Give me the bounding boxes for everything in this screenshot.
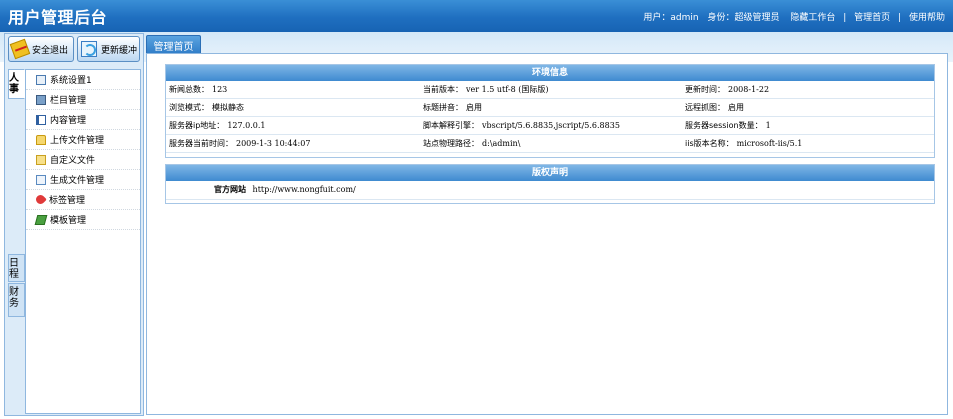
sidebar-item-columns[interactable]: 栏目管理 — [26, 90, 140, 110]
hide-workbench-link[interactable]: 隐藏工作台 — [790, 13, 835, 23]
env-cell: 服务器当前时间： 2009-1-3 10:44:07 — [166, 135, 420, 153]
sidebar-item-generate-files[interactable]: 生成文件管理 — [26, 170, 140, 190]
folder-icon — [36, 154, 46, 165]
user-name: admin — [670, 13, 699, 23]
help-link[interactable]: 使用帮助 — [909, 13, 945, 23]
copyright-panel: 版权声明 官方网站 http://www.nongfuit.com/ — [165, 164, 935, 204]
official-site-link[interactable]: http://www.nongfuit.com/ — [253, 185, 356, 194]
sidebar-item-content[interactable]: 内容管理 — [26, 110, 140, 130]
tag-icon — [34, 193, 47, 206]
separator: | — [898, 13, 902, 23]
env-cell: 服务器session数量： 1 — [682, 117, 934, 135]
sidebar-item-custom-files[interactable]: 自定义文件 — [26, 150, 140, 170]
sidebar-item-templates[interactable]: 模板管理 — [26, 210, 140, 230]
env-cell: 标题拼音： 启用 — [420, 99, 682, 117]
sidebar: 安全退出 更新缓冲 人事 日程 财务 系统设置1 栏目管理 内容管理 上传文件管… — [4, 33, 144, 416]
tab-finance[interactable]: 财务 — [8, 283, 25, 317]
sidebar-item-label: 栏目管理 — [50, 96, 87, 106]
refresh-cache-button[interactable]: 更新缓冲 — [77, 36, 140, 62]
env-cell: iis版本名称： microsoft-iis/5.1 — [682, 135, 934, 153]
sidebar-item-upload-files[interactable]: 上传文件管理 — [26, 130, 140, 150]
logout-button[interactable]: 安全退出 — [8, 36, 74, 62]
sidebar-item-label: 上传文件管理 — [50, 136, 105, 146]
env-cell: 当前版本： ver 1.5 utf-8 (国际版) — [420, 81, 682, 99]
logout-label: 安全退出 — [32, 45, 69, 56]
tab-schedule[interactable]: 日程 — [8, 254, 25, 282]
env-cell: 远程抓图： 启用 — [682, 99, 934, 117]
sidebar-item-tags[interactable]: 标签管理 — [26, 190, 140, 210]
env-cell: 浏览模式： 模拟静态 — [166, 99, 420, 117]
env-cell: 新闻总数： 123 — [166, 81, 420, 99]
sidebar-menu: 系统设置1 栏目管理 内容管理 上传文件管理 自定义文件 生成文件管理 标签管理 — [25, 69, 141, 414]
template-icon — [34, 214, 48, 225]
sidebar-item-label: 系统设置1 — [50, 76, 92, 86]
sidebar-item-system-settings[interactable]: 系统设置1 — [26, 70, 140, 90]
column-icon — [36, 94, 46, 105]
separator: | — [843, 13, 847, 23]
env-cell: 站点物理路径： d:\admin\ — [420, 135, 682, 153]
env-cell: 更新时间： 2008-1-22 — [682, 81, 934, 99]
env-cell: 脚本解释引擎： vbscript/5.6.8835,jscript/5.6.883… — [420, 117, 682, 135]
official-site-row: 官方网站 http://www.nongfuit.com/ — [166, 181, 934, 200]
refresh-icon — [81, 41, 97, 57]
role-label: 身份： — [707, 13, 735, 23]
generate-icon — [36, 174, 46, 185]
panel-title: 环境信息 — [166, 65, 934, 81]
sidebar-item-label: 生成文件管理 — [50, 176, 105, 186]
admin-home-link[interactable]: 管理首页 — [854, 13, 890, 23]
refresh-label: 更新缓冲 — [101, 45, 138, 56]
sidebar-item-label: 模板管理 — [50, 216, 87, 226]
main-content: 环境信息 新闻总数： 123 当前版本： ver 1.5 utf-8 (国际版) 更… — [146, 53, 948, 415]
official-site-label: 官方网站 — [214, 185, 246, 194]
panel-title: 版权声明 — [166, 165, 934, 181]
settings-icon — [36, 74, 46, 85]
environment-table: 新闻总数： 123 当前版本： ver 1.5 utf-8 (国际版) 更新时间： 2… — [166, 81, 934, 153]
role-value: 超级管理员 — [734, 13, 780, 23]
exit-icon — [9, 38, 31, 60]
environment-panel: 环境信息 新闻总数： 123 当前版本： ver 1.5 utf-8 (国际版) 更… — [165, 64, 935, 158]
upload-icon — [36, 134, 46, 145]
sidebar-item-label: 内容管理 — [50, 116, 87, 126]
env-cell: 服务器ip地址： 127.0.0.1 — [166, 117, 420, 135]
user-label: 用户： — [643, 13, 671, 23]
sidebar-item-label: 标签管理 — [49, 196, 86, 206]
user-info-bar: 用户：admin 身份：超级管理员 隐藏工作台 | 管理首页 | 使用帮助 — [643, 10, 945, 23]
tab-admin-home[interactable]: 管理首页 — [146, 35, 201, 54]
content-icon — [36, 114, 46, 125]
app-title: 用户管理后台 — [8, 8, 108, 27]
top-header: 用户管理后台 用户：admin 身份：超级管理员 隐藏工作台 | 管理首页 | … — [0, 0, 953, 32]
tab-personnel[interactable]: 人事 — [8, 69, 25, 99]
sidebar-item-label: 自定义文件 — [50, 156, 96, 166]
